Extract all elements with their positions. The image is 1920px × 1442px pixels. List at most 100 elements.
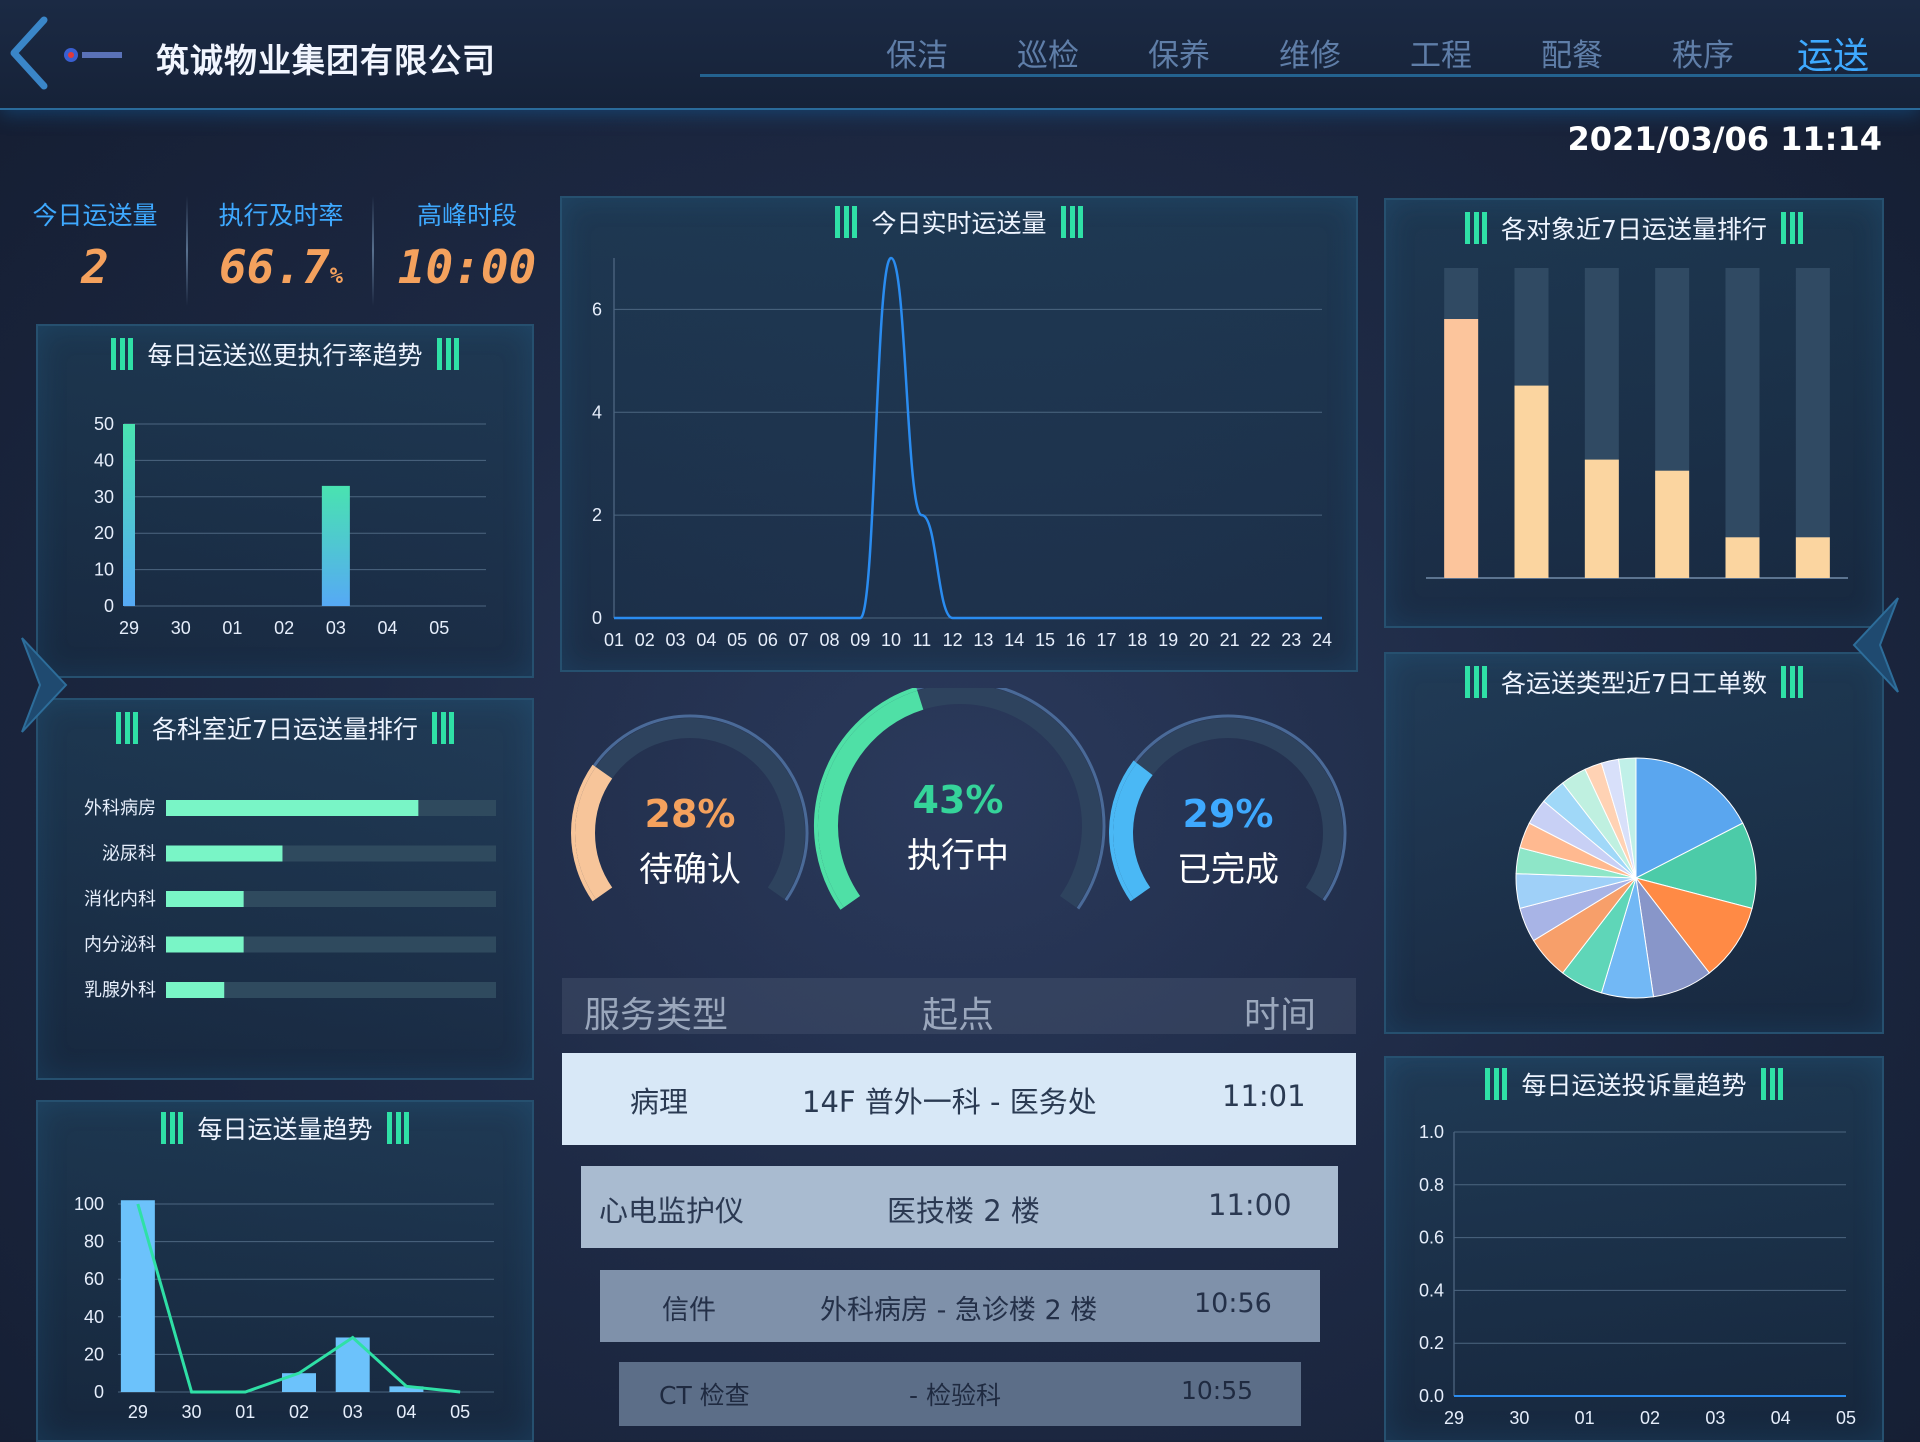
y-tick-label: 80 (84, 1232, 104, 1252)
bar (166, 845, 283, 862)
bar (1444, 319, 1479, 578)
x-tick-label: 06 (758, 630, 778, 650)
bar (120, 1200, 155, 1392)
object-rank-chart (1426, 268, 1848, 579)
bar (1795, 537, 1830, 578)
table-row[interactable]: 病理 14F 普外一科 - 医务处 11:01 (562, 1053, 1356, 1145)
category-label: 外科病房 (84, 798, 156, 818)
back-arrow-icon[interactable] (6, 16, 50, 90)
x-tick-label: 08 (819, 630, 839, 650)
y-tick-label: 100 (74, 1194, 104, 1214)
y-tick-label: 30 (94, 487, 114, 507)
x-tick-label: 02 (289, 1402, 309, 1422)
kpi-value: 2 (81, 240, 109, 294)
x-tick-label: 29 (128, 1402, 148, 1422)
kpi-divider (186, 196, 188, 306)
category-label: 消化内科 (84, 889, 156, 909)
y-tick-label: 50 (94, 414, 114, 434)
nav-tab-repair[interactable]: 维修 (1279, 30, 1341, 75)
gauge-pending: 28% 待确认 (590, 792, 790, 891)
x-tick-label: 03 (343, 1402, 363, 1422)
bar (321, 485, 350, 606)
x-tick-label: 20 (1189, 630, 1209, 650)
bar-background (1725, 268, 1760, 578)
y-tick-label: 1.0 (1419, 1122, 1444, 1142)
x-tick-label: 03 (666, 630, 686, 650)
x-tick-label: 05 (1836, 1408, 1856, 1428)
x-tick-label: 11 (912, 630, 931, 650)
x-tick-label: 04 (1771, 1408, 1791, 1428)
x-tick-label: 01 (222, 618, 242, 638)
object-rank-panel: 各对象近7日运送量排行 (1384, 198, 1884, 628)
realtime-line (613, 256, 1322, 620)
kpi-today-volume: 今日运送量 2 (10, 196, 180, 294)
nav-tab-engineering[interactable]: 工程 (1410, 30, 1472, 75)
kpi-label: 执行及时率 (218, 201, 344, 230)
column-header-time: 时间 (1244, 995, 1317, 1036)
nav-tab-cleaning[interactable]: 保洁 (886, 30, 948, 75)
x-tick-label: 04 (696, 630, 716, 650)
nav-tab-catering[interactable]: 配餐 (1541, 30, 1603, 75)
x-tick-label: 12 (943, 630, 963, 650)
gauge-label: 执行中 (907, 836, 1009, 876)
column-header-type: 服务类型 (584, 995, 729, 1036)
nav-tab-inspection[interactable]: 巡检 (1017, 30, 1079, 75)
x-tick-label: 01 (1575, 1408, 1595, 1428)
y-tick-label: 6 (592, 299, 602, 319)
dept-rank-panel: 各科室近7日运送量排行 外科病房 泌尿科 消化内科 内分泌科 乳腺外科 (36, 698, 534, 1080)
type-orders-pie (1515, 757, 1757, 999)
x-tick-label: 22 (1250, 630, 1270, 650)
exec-rate-panel: 每日运送巡更执行率趋势 0 10 20 30 40 50 29 30 01 02 03 04 05 (36, 324, 534, 678)
x-tick-label: 29 (119, 618, 139, 638)
y-tick-label: 60 (84, 1269, 104, 1289)
x-tick-label: 19 (1158, 630, 1178, 650)
x-tick-label: 13 (973, 630, 993, 650)
x-tick-label: 01 (604, 630, 624, 650)
x-tick-label: 23 (1281, 630, 1301, 650)
daily-volume-chart: 0 20 40 60 80 100 29 30 01 02 03 04 05 (74, 1194, 494, 1422)
x-tick-label: 15 (1035, 630, 1055, 650)
y-tick-label: 2 (592, 505, 602, 525)
bar (1514, 385, 1549, 578)
row-type: CT 检查 (659, 1381, 750, 1410)
row-route: - 检验科 (909, 1381, 1001, 1410)
bar (166, 936, 244, 953)
x-tick-label: 10 (881, 630, 901, 650)
y-tick-label: 20 (84, 1344, 104, 1364)
table-row[interactable]: 心电监护仪 医技楼 2 楼 11:00 (581, 1166, 1338, 1248)
column-header-origin: 起点 (922, 995, 995, 1036)
bar (166, 891, 244, 907)
row-type: 心电监护仪 (599, 1194, 745, 1228)
kpi-label: 高峰时段 (416, 201, 517, 230)
kpi-value: 66.7% (218, 240, 344, 294)
x-tick-label: 05 (450, 1402, 470, 1422)
table-row[interactable]: CT 检查 - 检验科 10:55 (619, 1362, 1301, 1426)
nav-tab-maintenance[interactable]: 保养 (1148, 30, 1210, 75)
daily-volume-panel: 每日运送量趋势 0 20 40 60 80 100 29 30 01 02 03 04 05 (36, 1100, 534, 1442)
x-tick-label: 02 (274, 618, 294, 638)
x-tick-label: 30 (1509, 1408, 1529, 1428)
gauge-percent: 43% (912, 778, 1004, 822)
nav-tab-order[interactable]: 秩序 (1672, 30, 1734, 75)
x-tick-label: 05 (429, 618, 449, 638)
table-row[interactable]: 信件 外科病房 - 急诊楼 2 楼 10:56 (600, 1270, 1320, 1342)
bar (166, 800, 419, 816)
x-tick-label: 21 (1220, 630, 1240, 650)
x-tick-label: 17 (1097, 630, 1117, 650)
category-label: 乳腺外科 (84, 980, 156, 1000)
exec-rate-chart: 0 10 20 30 40 50 29 30 01 02 03 04 05 (94, 414, 486, 638)
kpi-peak-period: 高峰时段 10:00 (382, 196, 552, 294)
x-tick-label: 04 (378, 618, 398, 638)
y-tick-label: 20 (94, 523, 114, 543)
x-tick-label: 02 (635, 630, 655, 650)
y-tick-label: 0.8 (1419, 1175, 1444, 1195)
y-tick-label: 0.4 (1419, 1280, 1444, 1300)
nav-tab-transport[interactable]: 运送 (1797, 27, 1869, 79)
x-tick-label: 14 (1004, 630, 1024, 650)
bar (1655, 470, 1690, 578)
company-logo (64, 48, 122, 62)
y-tick-label: 10 (94, 560, 114, 580)
bar (1584, 459, 1619, 578)
kpi-label: 今日运送量 (32, 201, 158, 230)
x-tick-label: 07 (789, 630, 809, 650)
